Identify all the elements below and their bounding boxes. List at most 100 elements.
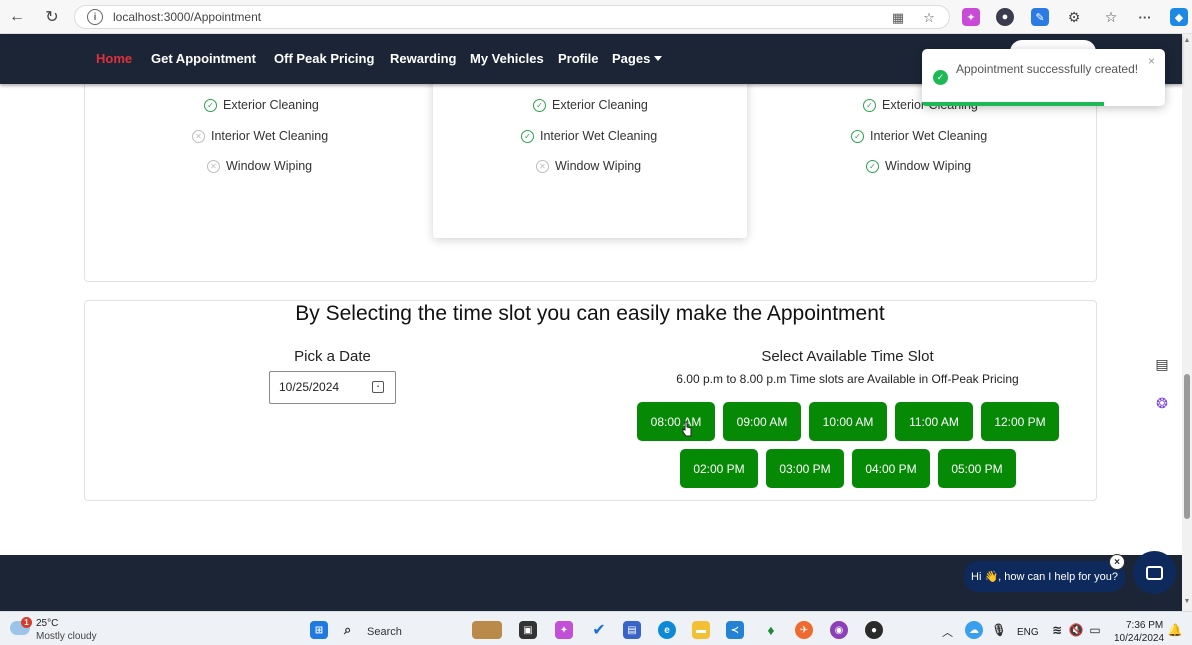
off-peak-note: 6.00 p.m to 8.00 p.m Time slots are Avai… [676, 372, 1019, 386]
check-circle-icon: ✓ [863, 98, 876, 112]
taskbar-search-label[interactable]: Search [367, 626, 402, 638]
time-slot-button[interactable]: 11:00 AM [895, 402, 973, 441]
nav-pages-dropdown[interactable]: Pages [612, 51, 663, 66]
time-slot-button[interactable]: 08:00 AM [637, 402, 715, 441]
package2-feature-interior: ✓ Interior Wet Cleaning [521, 129, 657, 143]
windows-start-icon[interactable]: ⊞ [310, 621, 328, 639]
favorite-star-icon[interactable]: ☆ [920, 9, 938, 27]
search-icon[interactable]: ⌕ [344, 621, 351, 639]
edit-extension-icon[interactable]: ✎ [1031, 8, 1049, 26]
scroll-down-icon[interactable]: ▼ [1183, 598, 1191, 605]
chat-prompt-bubble[interactable]: Hi 👋, how can I help for you? [964, 561, 1125, 592]
package1-feature-window: ✕ Window Wiping [207, 159, 312, 173]
time-slot-button[interactable]: 02:00 PM [680, 449, 758, 488]
scroll-thumb[interactable] [1184, 374, 1190, 519]
scroll-up-icon[interactable]: ▲ [1183, 37, 1191, 44]
chrome-app-icon[interactable]: ● [865, 621, 883, 639]
edge-browser-icon[interactable]: e [658, 621, 676, 639]
chat-icon [1146, 565, 1163, 580]
microphone-icon[interactable]: 🎙 [990, 621, 1008, 639]
check-circle-icon: ✓ [521, 129, 534, 143]
reload-icon[interactable]: ↻ [41, 6, 63, 28]
package3-feature-window: ✓ Window Wiping [866, 159, 971, 173]
toast-message: Appointment successfully created! [956, 62, 1139, 76]
url-text: localhost:3000/Appointment [113, 10, 262, 24]
windows-taskbar: 1 25°C Mostly cloudy ⊞ ⌕ Search ▣ ✦ ✔ ▤ … [0, 611, 1192, 645]
extensions-puzzle-icon[interactable]: ⚙ [1065, 8, 1083, 26]
success-toast: ✓ Appointment successfully created! × [922, 49, 1165, 106]
booking-title: By Selecting the time slot you can easil… [295, 302, 885, 325]
copilot-extension-icon[interactable]: ✦ [962, 8, 980, 26]
cross-circle-icon: ✕ [207, 159, 220, 173]
time-slot-button[interactable]: 12:00 PM [981, 402, 1059, 441]
brain-extension-icon[interactable]: ❂ [1150, 391, 1174, 415]
time-slot-button[interactable]: 10:00 AM [809, 402, 887, 441]
nav-rewarding[interactable]: Rewarding [390, 51, 456, 66]
weather-desc[interactable]: Mostly cloudy [36, 631, 97, 642]
cross-circle-icon: ✕ [536, 159, 549, 173]
nav-my-vehicles[interactable]: My Vehicles [470, 51, 544, 66]
time-slot-button[interactable]: 04:00 PM [852, 449, 930, 488]
onedrive-icon[interactable]: ☁ [965, 621, 983, 639]
battery-icon[interactable]: ▭ [1086, 621, 1104, 639]
time-slot-label: Select Available Time Slot [761, 348, 934, 365]
weather-badge: 1 [21, 617, 32, 628]
volume-muted-icon[interactable]: 🔇 [1067, 621, 1085, 639]
check-circle-icon: ✓ [204, 98, 217, 112]
reader-view-icon[interactable]: ▤ [1150, 352, 1174, 376]
caret-down-icon [654, 56, 663, 61]
site-info-icon[interactable]: i [87, 9, 103, 25]
weather-temp[interactable]: 25°C [36, 618, 58, 629]
package3-feature-interior: ✓ Interior Wet Cleaning [851, 129, 987, 143]
more-menu-icon[interactable]: ··· [1136, 8, 1154, 26]
package2-feature-exterior: ✓ Exterior Cleaning [533, 98, 648, 112]
language-indicator[interactable]: ENG [1017, 627, 1039, 638]
obs-icon[interactable]: ◉ [830, 621, 848, 639]
postman-icon[interactable]: ✈ [795, 621, 813, 639]
search-highlight-icon [472, 621, 502, 639]
nav-profile[interactable]: Profile [558, 51, 598, 66]
address-bar[interactable]: i localhost:3000/Appointment ▦ ☆ [74, 5, 950, 29]
copilot-icon[interactable]: ◆ [1170, 8, 1188, 26]
time-slot-button[interactable]: 09:00 AM [723, 402, 801, 441]
tray-overflow-icon[interactable]: ︿ [942, 624, 953, 640]
time-slot-button[interactable]: 03:00 PM [766, 449, 844, 488]
nav-off-peak-pricing[interactable]: Off Peak Pricing [274, 51, 374, 66]
check-circle-icon: ✓ [866, 159, 879, 173]
package2-feature-window: ✕ Window Wiping [536, 159, 641, 173]
copilot-app-icon[interactable]: ✦ [555, 621, 573, 639]
time-slot-button[interactable]: 05:00 PM [938, 449, 1016, 488]
page-scrollbar[interactable]: ▲ ▼ [1182, 34, 1192, 611]
cross-circle-icon: ✕ [192, 129, 205, 143]
package-card-featured [433, 60, 747, 238]
vscode-icon[interactable]: ≺ [726, 621, 744, 639]
calendar-icon[interactable]: ▪ [372, 381, 384, 393]
check-circle-icon: ✓ [851, 129, 864, 143]
check-circle-icon: ✓ [533, 98, 546, 112]
package1-feature-interior: ✕ Interior Wet Cleaning [192, 129, 328, 143]
close-icon[interactable]: × [1148, 54, 1155, 68]
taskbar-date[interactable]: 10/24/2024 [1114, 633, 1164, 644]
nav-home[interactable]: Home [96, 51, 132, 66]
todo-check-icon[interactable]: ✔ [590, 621, 608, 639]
app-available-icon[interactable]: ▦ [889, 9, 907, 27]
store-icon[interactable]: ▤ [623, 621, 641, 639]
toast-progress-bar [922, 102, 1105, 106]
extension-icon[interactable]: ● [996, 8, 1014, 26]
notification-bell-icon[interactable]: 🔔 [1166, 621, 1184, 639]
back-icon[interactable]: ← [6, 6, 28, 28]
taskbar-time[interactable]: 7:36 PM [1126, 620, 1163, 631]
favorites-icon[interactable]: ☆ [1102, 8, 1120, 26]
success-check-icon: ✓ [933, 70, 948, 85]
hand-cursor-icon [682, 421, 692, 437]
task-view-icon[interactable]: ▣ [519, 621, 537, 639]
mongodb-icon[interactable]: ♦ [762, 621, 780, 639]
wifi-icon[interactable]: ≋ [1048, 621, 1066, 639]
package1-feature-exterior: ✓ Exterior Cleaning [204, 98, 319, 112]
date-label: Pick a Date [294, 348, 371, 365]
close-icon[interactable]: × [1109, 554, 1125, 570]
file-explorer-icon[interactable]: ▬ [692, 621, 710, 639]
nav-get-appointment[interactable]: Get Appointment [151, 51, 256, 66]
chat-button[interactable] [1133, 551, 1176, 594]
browser-toolbar: ← ↻ i localhost:3000/Appointment ▦ ☆ ✦ ●… [0, 0, 1192, 34]
